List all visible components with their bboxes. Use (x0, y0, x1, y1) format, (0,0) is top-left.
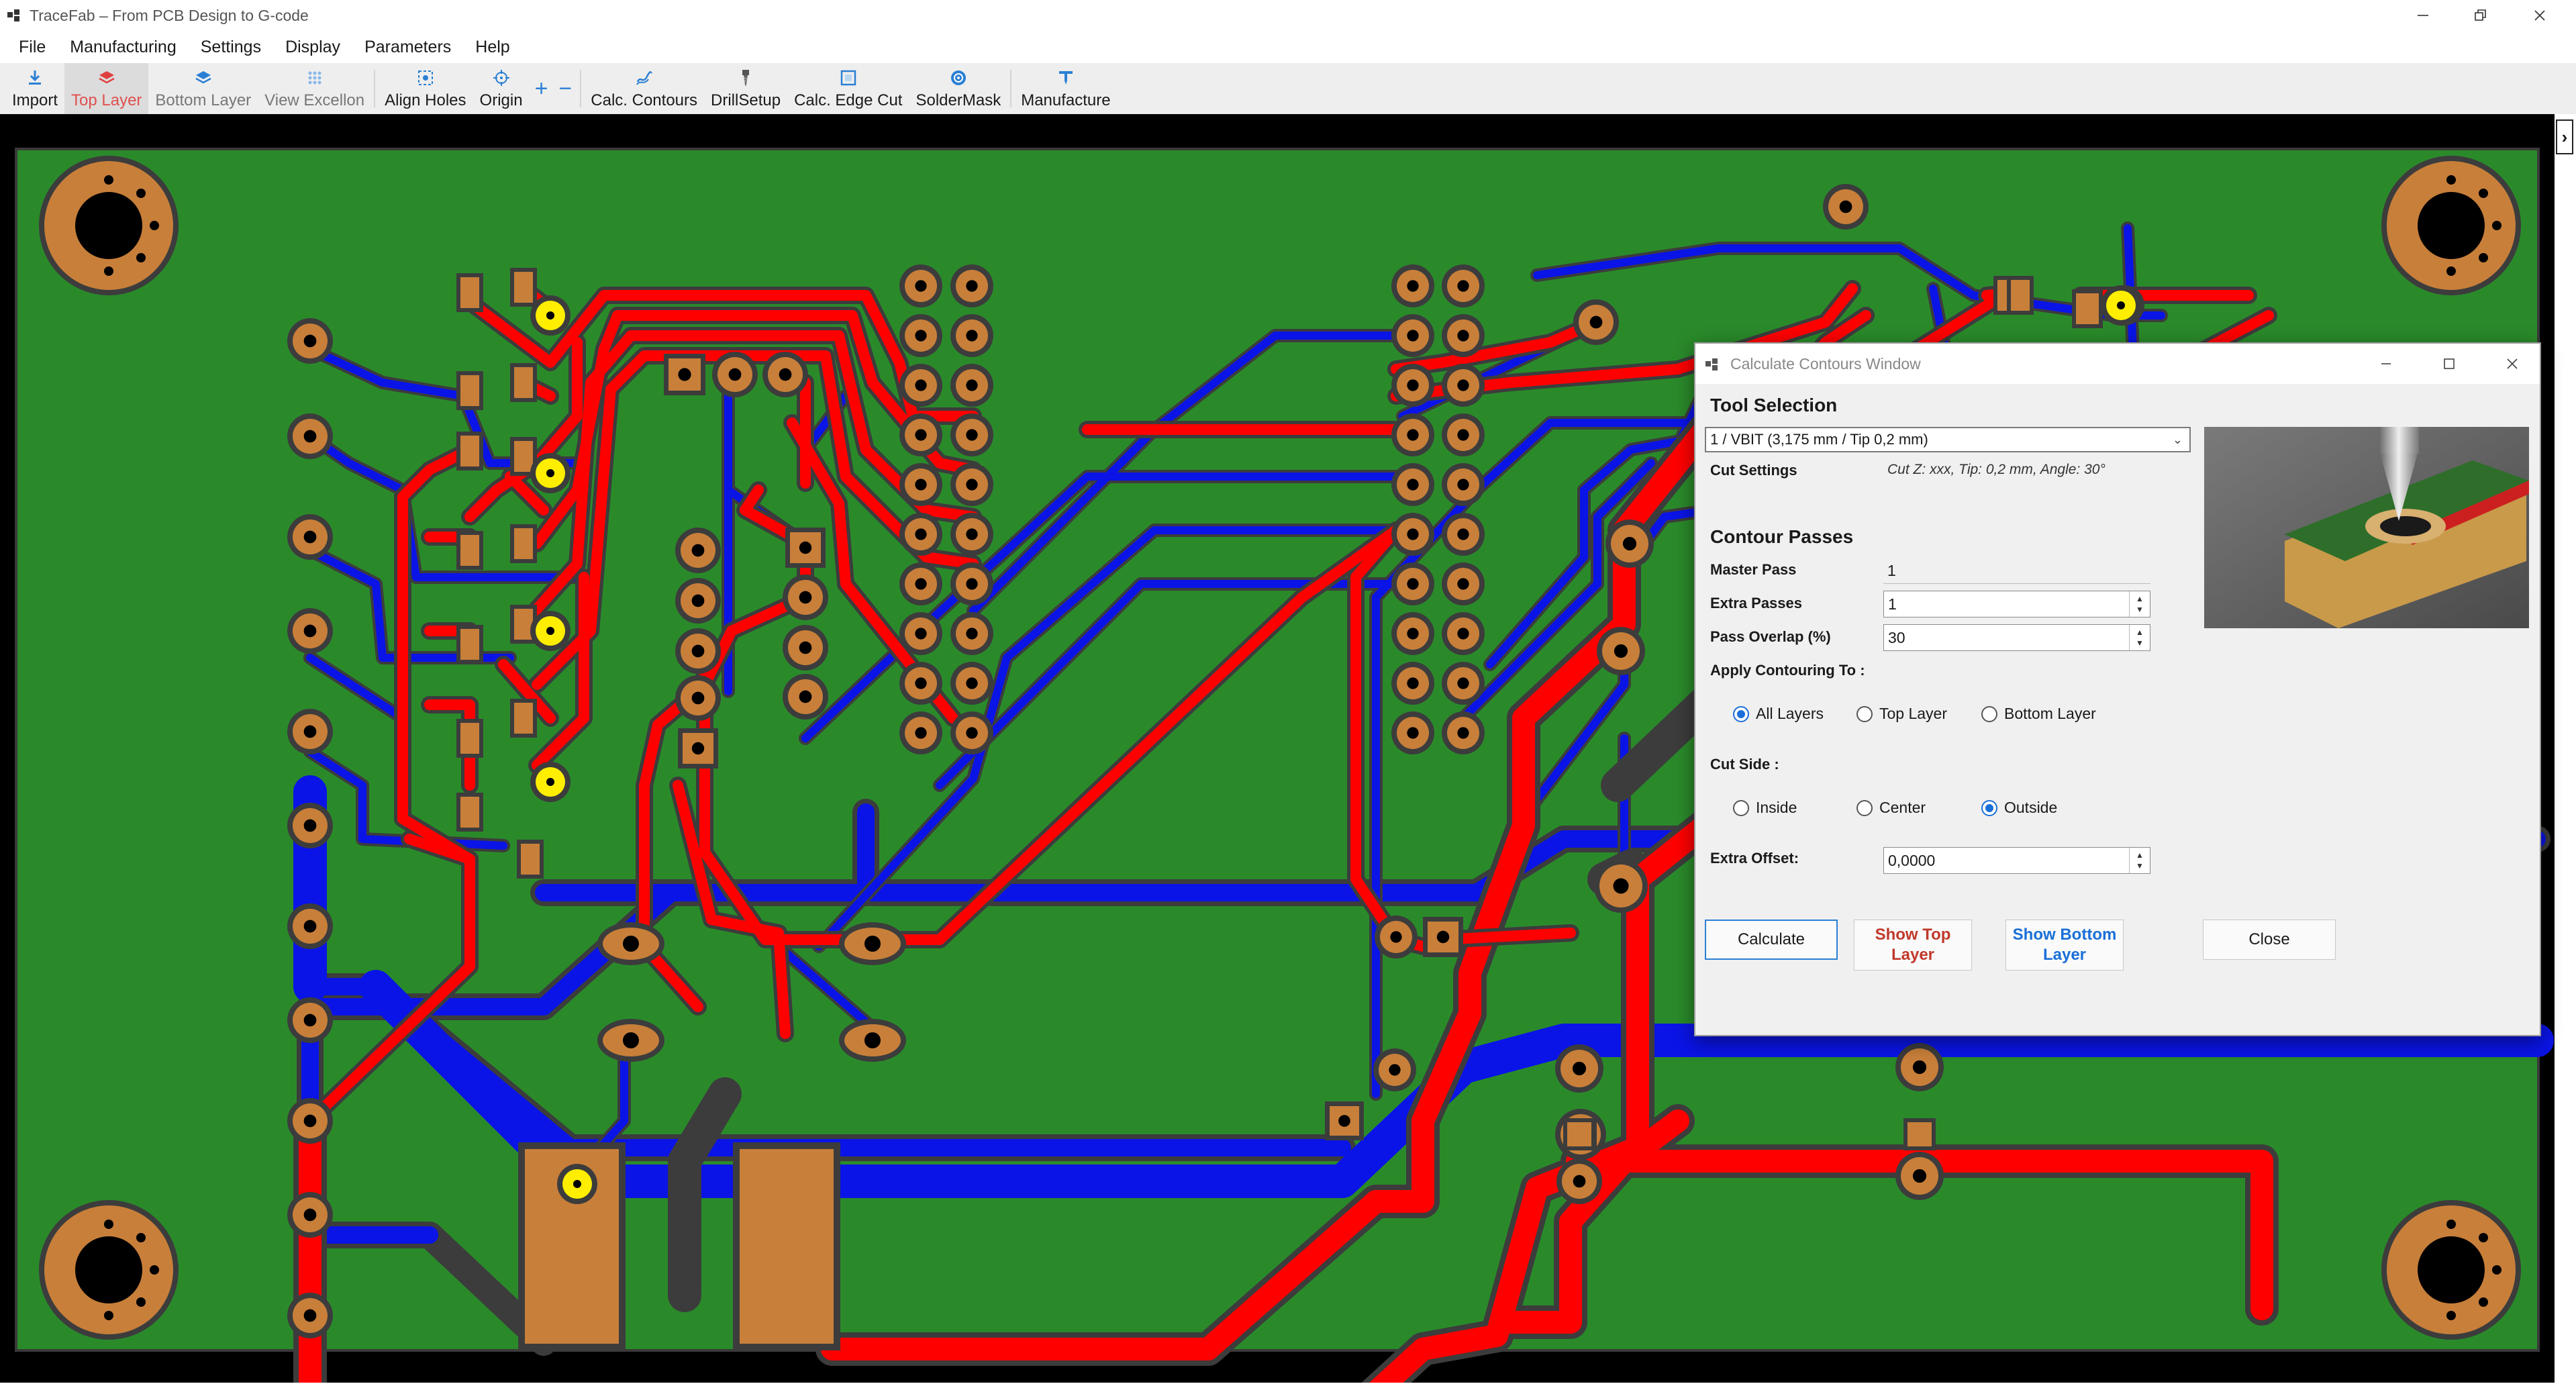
zoom-out-button[interactable]: − (553, 63, 577, 114)
tool-selection-header: Tool Selection (1710, 395, 1838, 415)
dialog-close-x-button[interactable] (2497, 352, 2528, 376)
zoom-in-button[interactable]: + (530, 63, 554, 114)
manufacture-button[interactable]: Manufacture (1014, 63, 1117, 114)
view-excellon-button[interactable]: View Excellon (258, 63, 371, 114)
crosshair-icon (493, 70, 509, 86)
menu-bar: File Manufacturing Settings Display Para… (0, 31, 2576, 63)
calc-contours-button[interactable]: Calc. Contours (584, 63, 704, 114)
close-button[interactable]: Close (2203, 920, 2336, 960)
toolbar-separator (580, 70, 582, 107)
close-window-button[interactable] (2520, 3, 2560, 28)
contour-passes-header: Contour Passes (1710, 526, 1854, 547)
import-button[interactable]: Import (5, 63, 64, 114)
extra-offset-label: Extra Offset: (1710, 850, 1799, 867)
expand-panel-button[interactable]: › (2556, 119, 2573, 154)
minus-icon: − (558, 76, 573, 101)
extra-offset-value: 0,0000 (1888, 852, 1936, 869)
radio-dot (1856, 705, 1873, 722)
close-icon (2534, 10, 2545, 21)
radio-dot (1733, 799, 1749, 816)
pass-overlap-label: Pass Overlap (%) (1710, 628, 1831, 645)
chevron-right-icon: › (2561, 126, 2568, 147)
calculate-contours-dialog: Calculate Contours Window Tool Selection… (1694, 342, 2541, 1036)
drill-setup-button[interactable]: DrillSetup (704, 63, 787, 114)
cut-side-label: Cut Side : (1710, 756, 1779, 773)
master-pass-field: 1 (1883, 557, 2150, 584)
show-bottom-layer-button[interactable]: Show Bottom Layer (2005, 920, 2124, 971)
extra-passes-value: 1 (1888, 595, 1897, 613)
menu-help[interactable]: Help (463, 38, 522, 57)
radio-dot (1981, 799, 1997, 816)
radio-inside[interactable]: Inside (1733, 799, 1797, 817)
drill-bit-icon (742, 70, 750, 87)
radio-center[interactable]: Center (1856, 799, 1926, 817)
spinner-arrows-icon[interactable]: ▲ ▼ (2129, 625, 2150, 650)
calculate-button[interactable]: Calculate (1705, 920, 1838, 960)
app-icon (7, 9, 19, 21)
cnc-machine-icon (1058, 71, 1073, 85)
import-icon (29, 70, 41, 85)
extra-offset-spinner[interactable]: 0,0000 ▲ ▼ (1883, 847, 2150, 874)
align-icon (417, 70, 433, 85)
radio-dot (1981, 705, 1997, 722)
maximize-icon (2444, 358, 2455, 369)
cut-settings-label: Cut Settings (1710, 462, 1797, 479)
pass-overlap-spinner[interactable]: 30 ▲ ▼ (1883, 624, 2150, 651)
menu-display[interactable]: Display (273, 38, 352, 57)
apply-contouring-label: Apply Contouring To : (1710, 662, 1865, 679)
app-title: TraceFab – From PCB Design to G-code (30, 7, 309, 24)
radio-top-layer[interactable]: Top Layer (1856, 705, 1947, 723)
dialog-minimize-button[interactable] (2371, 352, 2401, 376)
minimize-icon (2381, 363, 2391, 364)
radio-bottom-layer[interactable]: Bottom Layer (1981, 705, 2096, 723)
radio-dot (1733, 705, 1749, 722)
extra-passes-label: Extra Passes (1710, 595, 1802, 611)
master-pass-label: Master Pass (1710, 561, 1797, 578)
spinner-arrows-icon[interactable]: ▲ ▼ (2129, 848, 2150, 873)
menu-parameters[interactable]: Parameters (352, 38, 463, 57)
drill-grid-icon (308, 71, 321, 85)
toolbar-separator (1010, 70, 1012, 107)
contours-icon (636, 71, 652, 85)
tool-select[interactable]: 1 / VBIT (3,175 mm / Tip 0,2 mm) ⌄ (1705, 427, 2191, 452)
close-icon (2507, 358, 2518, 369)
dialog-title: Calculate Contours Window (1730, 355, 1921, 373)
vbit-milling-illustration (2204, 427, 2529, 628)
solder-mask-button[interactable]: SolderMask (909, 63, 1007, 114)
minimize-icon (2418, 15, 2428, 16)
toolbar: Import Top Layer Bottom Layer View Excel… (0, 63, 2576, 114)
restore-button[interactable] (2461, 3, 2501, 28)
radio-outside[interactable]: Outside (1981, 799, 2057, 817)
extra-passes-spinner[interactable]: 1 ▲ ▼ (1883, 591, 2150, 617)
menu-manufacturing[interactable]: Manufacturing (58, 38, 188, 57)
dialog-maximize-button[interactable] (2434, 352, 2465, 376)
title-bar: TraceFab – From PCB Design to G-code (0, 0, 2576, 31)
calc-edge-cut-button[interactable]: Calc. Edge Cut (787, 63, 909, 114)
menu-file[interactable]: File (7, 38, 58, 57)
edge-cut-icon (840, 70, 856, 86)
bottom-layer-button[interactable]: Bottom Layer (148, 63, 258, 114)
minimize-button[interactable] (2403, 3, 2443, 28)
cut-settings-value: Cut Z: xxx, Tip: 0,2 mm, Angle: 30° (1887, 462, 2106, 477)
layers-red-icon (99, 71, 115, 84)
solder-mask-icon (950, 70, 966, 85)
layers-blue-icon (195, 71, 211, 84)
origin-button[interactable]: Origin (473, 63, 530, 114)
restore-icon (2475, 9, 2486, 21)
right-panel-strip (2555, 114, 2576, 1383)
tool-select-value: 1 / VBIT (3,175 mm / Tip 0,2 mm) (1710, 431, 1928, 448)
pass-overlap-value: 30 (1888, 629, 1905, 646)
show-top-layer-button[interactable]: Show Top Layer (1854, 920, 1972, 971)
dialog-title-bar: Calculate Contours Window (1695, 344, 2540, 384)
chevron-down-icon: ⌄ (2172, 433, 2183, 446)
align-holes-button[interactable]: Align Holes (378, 63, 473, 114)
plus-icon: + (534, 76, 548, 101)
menu-settings[interactable]: Settings (189, 38, 273, 57)
radio-all-layers[interactable]: All Layers (1733, 705, 1824, 723)
spinner-arrows-icon[interactable]: ▲ ▼ (2129, 591, 2150, 617)
app-icon (1705, 358, 1718, 370)
toolbar-separator (374, 70, 376, 107)
top-layer-button[interactable]: Top Layer (64, 63, 149, 114)
radio-dot (1856, 799, 1873, 816)
